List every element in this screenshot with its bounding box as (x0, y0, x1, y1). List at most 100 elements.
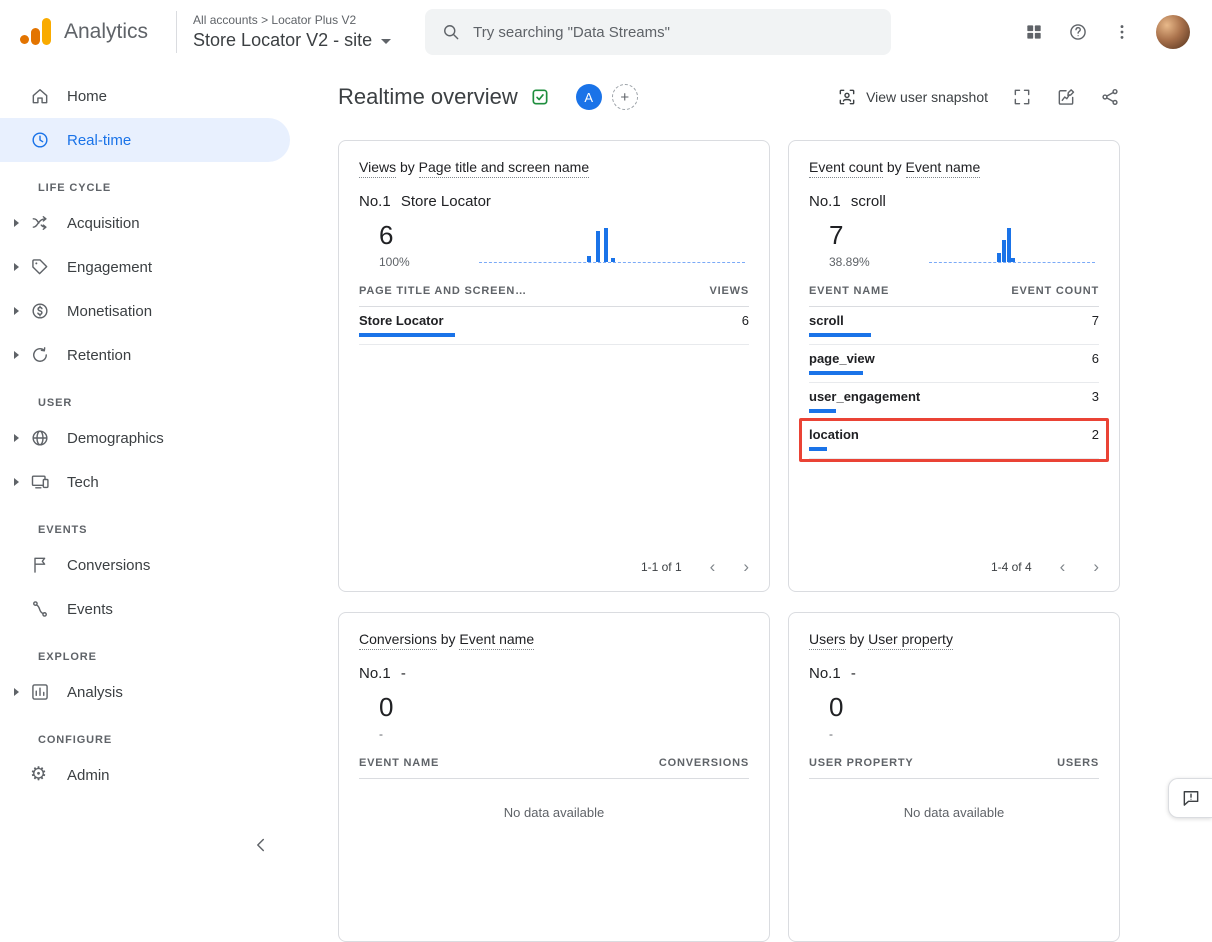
card-metric-link[interactable]: Event count (809, 159, 883, 178)
rank-value: Store Locator (401, 193, 491, 210)
spark-bar (1002, 240, 1006, 262)
sidebar-item-label: Retention (67, 347, 131, 364)
card-metric-link[interactable]: Users (809, 631, 846, 650)
sidebar-item-label: Demographics (67, 430, 164, 447)
more-vertical-icon[interactable] (1112, 22, 1132, 42)
row-label: page_view (809, 351, 875, 382)
sidebar-item-home[interactable]: Home (0, 74, 290, 118)
card-views-by-page-title: Views by Page title and screen name No.1… (338, 140, 770, 592)
topbar-actions (1024, 15, 1190, 49)
row-value: 6 (1092, 351, 1099, 382)
sidebar-item-label: Analysis (67, 684, 123, 701)
breadcrumb[interactable]: All accounts > Locator Plus V2 (193, 13, 391, 27)
fullscreen-icon[interactable] (1012, 87, 1032, 107)
sidebar-item-retention[interactable]: Retention (0, 333, 290, 377)
sidebar-section-configure: CONFIGURE (0, 714, 300, 753)
row-label: user_engagement (809, 389, 920, 420)
spark-bar (1007, 228, 1011, 262)
sidebar-item-label: Conversions (67, 557, 150, 574)
top-item-row: No.1 scroll (809, 193, 1099, 210)
card-metric-link[interactable]: Conversions (359, 631, 437, 650)
add-comparison-button[interactable]: + (612, 84, 638, 110)
pagination-range: 1-4 of 4 (991, 560, 1032, 574)
expand-arrow-icon[interactable] (14, 688, 19, 696)
property-name: Store Locator V2 - site (193, 30, 372, 51)
sidebar-item-acquisition[interactable]: Acquisition (0, 201, 290, 245)
table-header: USER PROPERTY USERS (809, 757, 1099, 779)
gear-icon: ⚙ (30, 765, 50, 785)
sidebar-item-realtime[interactable]: Real-time (0, 118, 290, 162)
card-event-count-by-event-name: Event count by Event name No.1 scroll 7 … (788, 140, 1120, 592)
row-value: 7 (1092, 313, 1099, 344)
expand-arrow-icon[interactable] (14, 434, 19, 442)
search-bar[interactable] (425, 9, 891, 55)
page-title: Realtime overview (338, 84, 518, 110)
comparison-avatar[interactable]: A (576, 84, 602, 110)
table-body: scroll 7 page_view 6user_engagement3locatio… (809, 307, 1099, 459)
pagination-prev-icon[interactable]: ‹ (1060, 558, 1066, 575)
help-icon[interactable] (1068, 22, 1088, 42)
share-icon[interactable] (1100, 87, 1120, 107)
expand-arrow-icon[interactable] (14, 478, 19, 486)
customize-report-icon[interactable] (1056, 87, 1076, 107)
spark-bar (587, 256, 591, 262)
sidebar-section-user: USER (0, 377, 300, 416)
sidebar-item-conversions[interactable]: Conversions (0, 543, 290, 587)
data-freshness-check-icon (530, 87, 550, 107)
view-user-snapshot-button[interactable]: View user snapshot (837, 87, 988, 107)
card-dimension-link[interactable]: User property (868, 631, 953, 650)
analytics-logo-icon[interactable] (20, 17, 54, 47)
sidebar-item-analysis[interactable]: Analysis (0, 670, 290, 714)
property-block: All accounts > Locator Plus V2 Store Loc… (193, 13, 391, 51)
card-title-joiner: by (437, 631, 460, 647)
sidebar-item-engagement[interactable]: Engagement (0, 245, 290, 289)
card-users-by-user-property: Users by User property No.1 - 0 - USER P… (788, 612, 1120, 942)
row-label: location (809, 427, 859, 458)
sidebar-item-demographics[interactable]: Demographics (0, 416, 290, 460)
pagination-next-icon[interactable]: › (743, 558, 749, 575)
row-bar (809, 447, 827, 451)
flag-icon (30, 555, 50, 575)
table-row: user_engagement3 (809, 383, 1099, 421)
sidebar-item-events[interactable]: Events (0, 587, 290, 631)
pagination: 1-1 of 1 ‹ › (641, 558, 749, 575)
sidebar-item-tech[interactable]: Tech (0, 460, 290, 504)
card-title-joiner: by (396, 159, 419, 175)
metric-percent: 38.89% (829, 255, 885, 269)
sidebar-item-admin[interactable]: ⚙ Admin (0, 753, 290, 797)
feedback-button[interactable] (1168, 778, 1212, 818)
header-actions: View user snapshot (837, 87, 1120, 107)
metric-row: 6 100% (359, 220, 749, 269)
card-dimension-link[interactable]: Event name (459, 631, 534, 650)
column-metric: VIEWS (710, 285, 749, 297)
card-dimension-link[interactable]: Event name (906, 159, 981, 178)
sidebar-item-monetisation[interactable]: Monetisation (0, 289, 290, 333)
row-bar (809, 333, 871, 337)
top-item-row: No.1 Store Locator (359, 193, 749, 210)
expand-arrow-icon[interactable] (14, 307, 19, 315)
expand-arrow-icon[interactable] (14, 219, 19, 227)
user-avatar[interactable] (1156, 15, 1190, 49)
search-input[interactable] (473, 24, 875, 41)
column-dimension: EVENT NAME (359, 757, 439, 769)
expand-arrow-icon[interactable] (14, 263, 19, 271)
card-title: Users by User property (809, 631, 1099, 647)
property-selector[interactable]: Store Locator V2 - site (193, 30, 391, 51)
expand-arrow-icon[interactable] (14, 351, 19, 359)
metric-value: 6 (379, 220, 435, 251)
card-dimension-link[interactable]: Page title and screen name (419, 159, 589, 178)
card-title: Views by Page title and screen name (359, 159, 749, 175)
card-metric-link[interactable]: Views (359, 159, 396, 178)
row-label: scroll (809, 313, 844, 344)
events-icon (30, 599, 50, 619)
acquisition-icon (30, 213, 50, 233)
metric-percent: - (379, 727, 435, 741)
product-name: Analytics (64, 20, 148, 44)
pagination-next-icon[interactable]: › (1093, 558, 1099, 575)
sidebar-item-label: Real-time (67, 132, 131, 149)
collapse-sidebar-icon[interactable] (250, 834, 272, 856)
apps-grid-icon[interactable] (1024, 22, 1044, 42)
table-row: Store Locator6 (359, 307, 749, 345)
top-item-row: No.1 - (809, 665, 1099, 682)
pagination-prev-icon[interactable]: ‹ (710, 558, 716, 575)
